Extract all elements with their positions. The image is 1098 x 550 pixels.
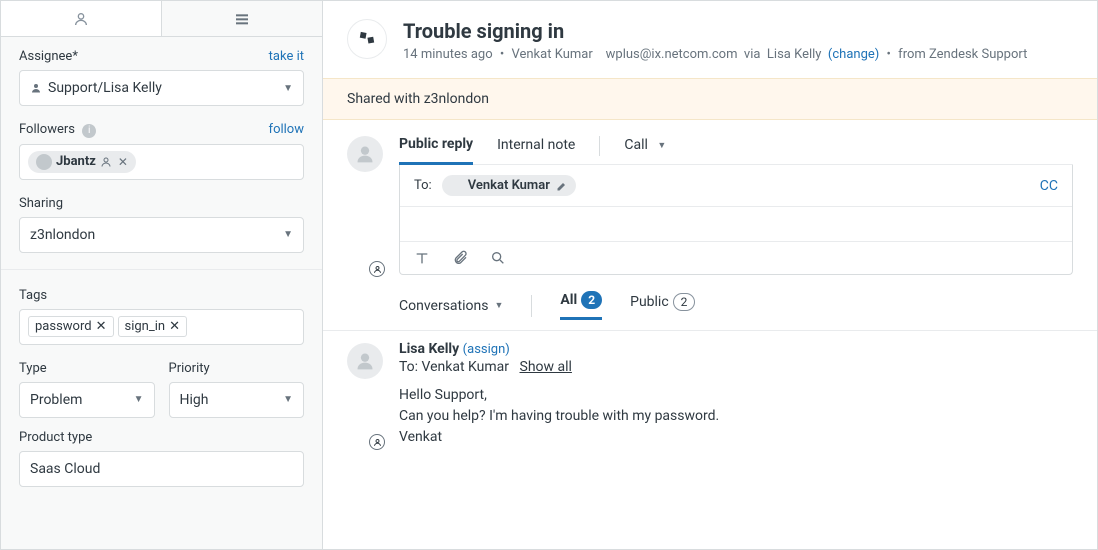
compose-toolbar: [400, 241, 1072, 274]
type-label: Type: [19, 361, 47, 376]
tab-call[interactable]: Call ▼: [624, 137, 666, 163]
divider: [1, 269, 322, 270]
change-requester-link[interactable]: (change): [828, 47, 879, 62]
product-type-label: Product type: [19, 430, 92, 445]
priority-label: Priority: [169, 361, 210, 376]
fields-icon: [234, 11, 250, 27]
take-it-link[interactable]: take it: [269, 49, 304, 64]
tags-input[interactable]: password ✕ sign_in ✕: [19, 309, 304, 345]
compose-box: To: Venkat Kumar CC: [399, 165, 1073, 275]
tab-internal-note[interactable]: Internal note: [497, 137, 575, 163]
tab-public-reply[interactable]: Public reply: [399, 136, 473, 165]
text-format-icon[interactable]: [414, 250, 430, 266]
product-type-select[interactable]: Saas Cloud: [19, 451, 304, 487]
follower-name: Jbantz: [56, 154, 96, 169]
tag-chip[interactable]: password ✕: [28, 316, 114, 337]
compose-textarea[interactable]: [400, 207, 1072, 241]
product-type-value: Saas Cloud: [30, 461, 100, 477]
sidebar-body: Assignee* take it Support/Lisa Kelly ▼ F…: [1, 37, 322, 549]
avatar-badge-icon: [369, 434, 385, 450]
follower-chip[interactable]: Jbantz ✕: [28, 151, 136, 173]
filter-all[interactable]: All 2: [560, 291, 602, 320]
assignee-select[interactable]: Support/Lisa Kelly ▼: [19, 70, 304, 106]
count-badge: 2: [581, 291, 602, 309]
tag-chip[interactable]: sign_in ✕: [118, 316, 187, 337]
compose-avatar: [347, 136, 383, 275]
to-row: To: Venkat Kumar CC: [400, 165, 1072, 207]
shared-with-bar: Shared with z3nlondon: [323, 78, 1097, 120]
sidebar-tabbar: [1, 1, 322, 37]
conversation-filter: Conversations ▼ All 2 Public 2: [323, 275, 1097, 330]
conversation-message: Lisa Kelly (assign) To: Venkat Kumar Sho…: [323, 330, 1097, 464]
compose-tabs: Public reply Internal note Call ▼: [399, 136, 1073, 165]
sharing-value: z3nlondon: [30, 227, 95, 243]
message-avatar: [347, 343, 383, 448]
follow-link[interactable]: follow: [269, 122, 304, 137]
to-label: To:: [414, 178, 432, 193]
user-icon: [355, 144, 375, 164]
priority-value: High: [180, 392, 209, 408]
info-icon: i: [82, 124, 96, 138]
attachment-icon[interactable]: [452, 250, 468, 266]
message-body: Hello Support, Can you help? I'm having …: [399, 385, 1073, 448]
followers-input[interactable]: Jbantz ✕: [19, 144, 304, 180]
divider: [531, 295, 532, 317]
avatar-badge-icon: [369, 261, 385, 277]
remove-follower-icon[interactable]: ✕: [118, 155, 128, 169]
user-icon: [355, 351, 375, 371]
sharing-select[interactable]: z3nlondon ▼: [19, 217, 304, 253]
message-to: To: Venkat Kumar: [399, 359, 509, 375]
org-avatar: [347, 19, 387, 59]
tags-label: Tags: [19, 288, 47, 303]
ticket-meta: 14 minutes ago • Venkat Kumar wplus@ix.n…: [403, 47, 1027, 62]
ticket-main: Trouble signing in 14 minutes ago • Venk…: [323, 1, 1097, 549]
divider: [599, 136, 600, 156]
type-value: Problem: [30, 392, 82, 408]
chevron-down-icon: ▼: [283, 229, 293, 240]
org-logo-icon: [357, 29, 377, 49]
remove-tag-icon[interactable]: ✕: [169, 319, 180, 334]
avatar-icon: [448, 179, 462, 193]
sidebar-tab-fields[interactable]: [162, 1, 322, 36]
assign-link[interactable]: (assign): [463, 342, 510, 357]
assignee-value: Support/Lisa Kelly: [48, 80, 162, 96]
sidebar-tab-user[interactable]: [1, 1, 162, 36]
type-select[interactable]: Problem ▼: [19, 382, 155, 418]
assignee-label: Assignee*: [19, 49, 78, 64]
search-icon[interactable]: [490, 250, 506, 266]
remove-tag-icon[interactable]: ✕: [96, 319, 107, 334]
followers-label: Followers i: [19, 122, 96, 138]
show-all-link[interactable]: Show all: [520, 359, 572, 375]
chevron-down-icon: ▼: [283, 83, 293, 94]
sharing-label: Sharing: [19, 196, 63, 211]
cc-link[interactable]: CC: [1040, 178, 1058, 194]
ticket-header: Trouble signing in 14 minutes ago • Venk…: [323, 1, 1097, 78]
recipient-chip[interactable]: Venkat Kumar: [442, 175, 576, 196]
chevron-down-icon: ▼: [494, 300, 503, 311]
ticket-sidebar: Assignee* take it Support/Lisa Kelly ▼ F…: [1, 1, 323, 549]
ticket-title: Trouble signing in: [403, 19, 1027, 43]
user-icon: [30, 82, 42, 94]
priority-select[interactable]: High ▼: [169, 382, 305, 418]
conversations-dropdown[interactable]: Conversations ▼: [399, 298, 503, 314]
pencil-icon[interactable]: [556, 180, 568, 192]
user-icon: [100, 156, 112, 168]
avatar-icon: [36, 154, 52, 170]
user-icon: [73, 11, 89, 27]
chevron-down-icon: ▼: [657, 141, 666, 151]
filter-public[interactable]: Public 2: [630, 293, 695, 319]
chevron-down-icon: ▼: [283, 394, 293, 405]
count-badge: 2: [673, 293, 696, 311]
chevron-down-icon: ▼: [134, 394, 144, 405]
message-author: Lisa Kelly: [399, 341, 459, 357]
